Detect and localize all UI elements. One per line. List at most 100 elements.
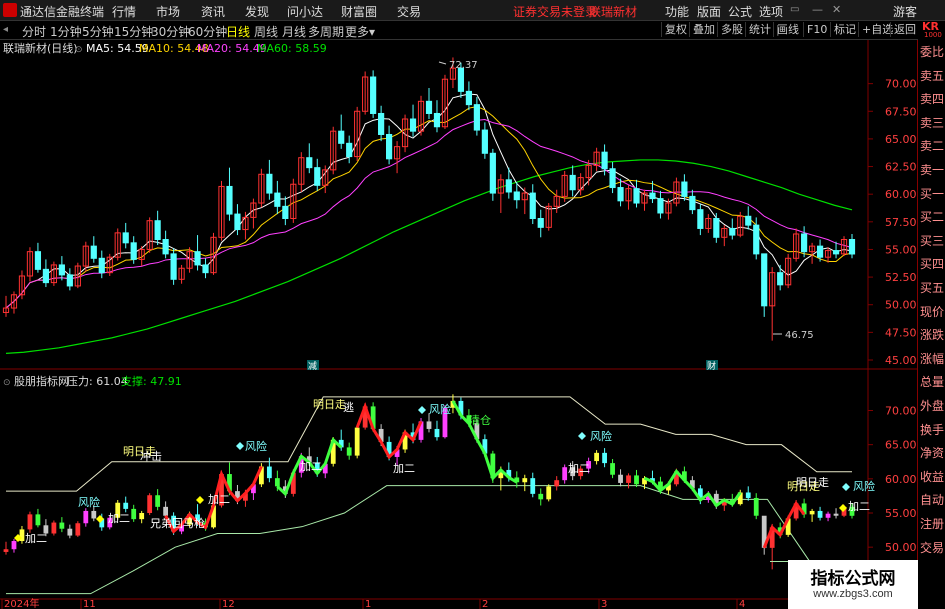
xaxis-label: 2: [482, 599, 488, 609]
period-multi[interactable]: 多周期: [308, 23, 344, 40]
candle-body: [832, 250, 840, 255]
sidebar-item-14[interactable]: 总量: [918, 374, 945, 391]
sidebar-item-13[interactable]: 涨幅: [918, 351, 945, 368]
sidebar-item-16[interactable]: 换手: [918, 422, 945, 439]
dropdown-icon[interactable]: ⊙: [75, 45, 83, 55]
tool-draw[interactable]: 画线: [773, 22, 802, 37]
indicator-label-17: 兄弟回马枪: [150, 516, 205, 530]
tool-back[interactable]: 返回: [890, 22, 919, 37]
sidebar-item-8[interactable]: 买三: [918, 233, 945, 250]
support-label: 支撑: 47.91: [121, 374, 182, 388]
periods-arrow-icon[interactable]: ◂: [3, 24, 8, 35]
menu-wealth[interactable]: 财富圈: [341, 3, 377, 20]
indicator-dropdown-icon[interactable]: ⊙: [3, 378, 11, 388]
menu-discover[interactable]: 发现: [245, 3, 269, 20]
sidebar-item-3[interactable]: 卖三: [918, 115, 945, 132]
sidebar-item-19[interactable]: 自动: [918, 492, 945, 509]
menu-formula[interactable]: 公式: [728, 3, 752, 20]
watermark: 指标公式网 www.zbgs3.com: [788, 560, 918, 609]
sidebar-item-18[interactable]: 收益: [918, 469, 945, 486]
sidebar-item-5[interactable]: 卖一: [918, 162, 945, 179]
candle-body: [617, 187, 624, 202]
candle-body: [729, 227, 736, 236]
indicator-label-4: 冲击: [140, 449, 162, 463]
indicator-label-19: 逃: [343, 401, 354, 414]
stock-link[interactable]: 联瑞新材: [589, 3, 637, 20]
ind-candle-body: [753, 497, 759, 516]
sidebar-item-0[interactable]: 委比: [918, 44, 945, 61]
tool-multi-stock[interactable]: 多股: [717, 22, 746, 37]
tool-stats[interactable]: 统计: [745, 22, 774, 37]
watermark-title: 指标公式网: [810, 569, 896, 589]
period-15min[interactable]: 15分钟: [114, 23, 153, 40]
period-1min[interactable]: 1分钟: [50, 23, 82, 40]
period-5min[interactable]: 5分钟: [82, 23, 114, 40]
ind-candle-body: [426, 421, 432, 429]
price-tick-label: 47.50: [885, 326, 917, 339]
low-price-label: 46.75: [785, 330, 814, 341]
candle-body: [745, 215, 752, 226]
sidebar-item-15[interactable]: 外盘: [918, 398, 945, 415]
sidebar-item-10[interactable]: 买五: [918, 280, 945, 297]
candle-body: [473, 104, 480, 131]
login-warning[interactable]: 证券交易未登录: [513, 3, 597, 20]
period-more[interactable]: 更多▾: [345, 23, 375, 40]
period-daily[interactable]: 日线: [226, 23, 250, 40]
tool-f10[interactable]: F10: [803, 22, 830, 37]
tool-mark[interactable]: 标记: [830, 22, 859, 37]
ind-candle-body: [546, 486, 552, 500]
menu-options[interactable]: 选项: [759, 3, 783, 20]
sidebar-item-9[interactable]: 买四: [918, 256, 945, 273]
price-tick-label: 45.00: [885, 354, 917, 367]
candle-body: [801, 233, 808, 253]
menu-trade[interactable]: 交易: [397, 3, 421, 20]
sidebar-item-1[interactable]: 卖五: [918, 68, 945, 85]
menu-ask[interactable]: 问小达: [287, 3, 323, 20]
price-tick-label: 70.00: [885, 78, 917, 91]
app-logo-icon: [3, 3, 17, 17]
sidebar-item-2[interactable]: 卖四: [918, 91, 945, 108]
xaxis-label: 4: [739, 599, 745, 609]
menu-quotes[interactable]: 行情: [112, 3, 136, 20]
ind-candle-body: [163, 506, 169, 516]
candle-body: [282, 205, 289, 220]
menu-layout[interactable]: 版面: [697, 3, 721, 20]
period-intraday[interactable]: 分时: [22, 23, 46, 40]
period-weekly[interactable]: 周线: [254, 23, 278, 40]
chart-area[interactable]: 70.00 67.50 65.00 62.50 60.00 57.50 55.00 52.50…: [0, 40, 917, 609]
minimize-icon[interactable]: —: [812, 3, 823, 16]
period-monthly[interactable]: 月线: [282, 23, 306, 40]
ind-candle-body: [610, 463, 615, 475]
restore-icon[interactable]: ▭: [790, 4, 799, 15]
tool-overlay[interactable]: 叠加: [689, 22, 718, 37]
chart-bg: [0, 40, 917, 609]
menu-news[interactable]: 资讯: [201, 3, 225, 20]
menu-market[interactable]: 市场: [156, 3, 180, 20]
sidebar-item-4[interactable]: 卖二: [918, 138, 945, 155]
sidebar-item-20[interactable]: 注册: [918, 516, 945, 533]
ind-candle-body: [131, 508, 137, 520]
period-30min[interactable]: 30分钟: [151, 23, 190, 40]
sidebar-item-17[interactable]: 净资: [918, 445, 945, 462]
ind-candle-body: [833, 513, 839, 516]
ind-candle-body: [554, 480, 560, 487]
tool-adjust[interactable]: 复权: [661, 22, 690, 37]
sidebar-item-12[interactable]: 涨跌: [918, 327, 945, 344]
candle-body: [90, 245, 97, 259]
sidebar-item-6[interactable]: 买一: [918, 186, 945, 203]
ind-candle-body: [155, 495, 161, 507]
close-icon[interactable]: ✕: [832, 3, 841, 16]
kr-badge: KR 1000: [918, 20, 945, 40]
period-60min[interactable]: 60分钟: [188, 23, 227, 40]
guest-label[interactable]: 游客: [893, 3, 917, 20]
indicator-label-5: 风险: [78, 495, 100, 509]
candle-body: [777, 272, 784, 286]
candle-body: [346, 142, 353, 158]
candle-body: [816, 245, 824, 258]
sidebar-item-11[interactable]: 现价: [918, 304, 945, 321]
ind-candle-body: [3, 549, 9, 552]
menu-function[interactable]: 功能: [665, 3, 689, 20]
candle-body: [537, 218, 544, 228]
sidebar-item-21[interactable]: 交易: [918, 540, 945, 557]
sidebar-item-7[interactable]: 买二: [918, 209, 945, 226]
